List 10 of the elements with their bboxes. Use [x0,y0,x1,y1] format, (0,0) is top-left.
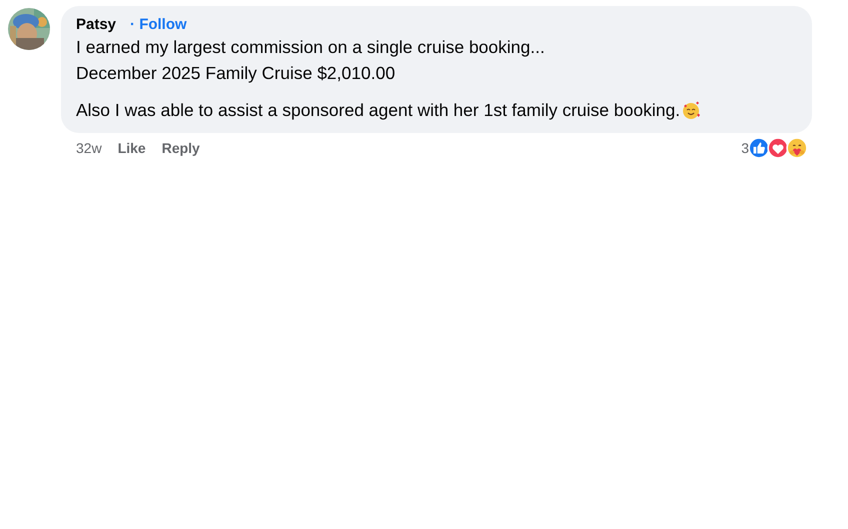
action-link[interactable]: Reply [162,140,200,156]
action-link[interactable]: Like [118,140,146,156]
hugging-face-icon [786,137,808,159]
comment-text: I earned my largest commission on a single cruise booking... December 2025 Family Cruise $2,010.00 [76,36,545,85]
reaction-count[interactable]: 3 [741,140,749,156]
like-icon [748,137,770,159]
follow-link[interactable]: · Follow [130,16,187,33]
author-name[interactable]: Patsy [76,16,116,33]
timestamp[interactable]: 32w [76,140,102,156]
comment-text: Also I was able to assist a sponsored agent with her 1st family cruise booking. [76,99,680,122]
